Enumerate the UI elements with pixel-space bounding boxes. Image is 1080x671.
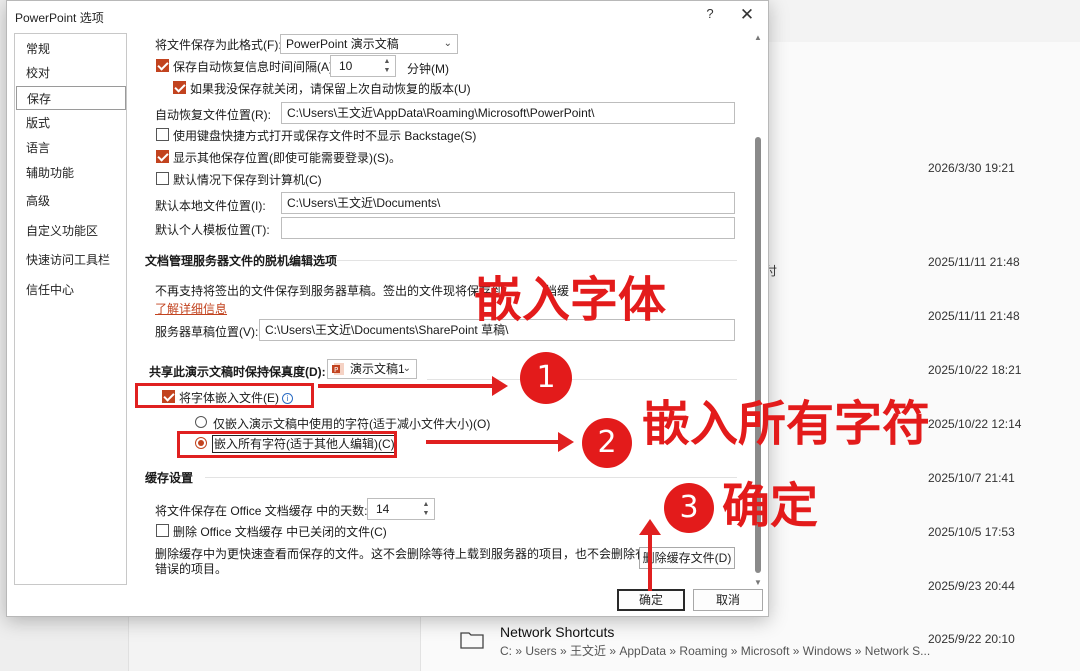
arrow-right-icon — [426, 432, 574, 452]
embed-used-chars-radio[interactable] — [195, 416, 207, 428]
fidelity-heading: 共享此演示文稿时保持保真度(D): — [149, 365, 326, 379]
cancel-button[interactable]: 取消 — [693, 589, 763, 611]
delete-closed-files-label: 删除 Office 文档缓存 中已关闭的文件(C) — [173, 525, 387, 539]
no-backstage-checkbox[interactable] — [156, 128, 169, 141]
file-date: 2025/11/11 21:48 — [928, 255, 1020, 269]
nav-item-accessibility[interactable]: 辅助功能 — [15, 161, 126, 185]
cache-days-label: 将文件保存在 Office 文档缓存 中的天数: — [155, 504, 368, 518]
annotation-embed-all: 嵌入所有字符 — [642, 396, 931, 452]
presentation-select[interactable]: P 演示文稿1 ⌄ — [327, 359, 417, 379]
delete-cache-description-2: 错误的项目。 — [155, 562, 228, 576]
template-location-input[interactable] — [281, 217, 735, 239]
autorecover-minutes-value: 10 — [339, 59, 353, 73]
scroll-down-icon[interactable]: ▼ — [754, 578, 762, 587]
cache-days-value: 14 — [376, 502, 390, 516]
section-divider — [205, 477, 737, 478]
server-drafts-label: 服务器草稿位置(V): — [155, 325, 259, 339]
options-nav: 常规 校对 保存 版式 语言 辅助功能 高级 自定义功能区 快速访问工具栏 信任… — [14, 33, 127, 585]
chevron-down-icon: ⌄ — [402, 363, 411, 374]
folder-icon — [460, 632, 484, 649]
autorecover-label: 保存自动恢复信息时间间隔(A) — [173, 60, 333, 74]
spin-arrows-icon[interactable]: ▲ ▼ — [382, 57, 392, 75]
local-location-input[interactable]: C:\Users\王文近\Documents\ — [281, 192, 735, 214]
save-to-computer-checkbox[interactable] — [156, 172, 169, 185]
section-divider — [337, 260, 737, 261]
chevron-down-icon: ⌄ — [443, 38, 452, 49]
step-1-badge: 1 — [520, 352, 572, 404]
delete-closed-files-checkbox[interactable] — [156, 524, 169, 537]
section-divider — [427, 379, 737, 380]
file-date: 2025/10/22 12:14 — [928, 417, 1022, 431]
nav-item-customize-ribbon[interactable]: 自定义功能区 — [15, 219, 126, 243]
cache-days-stepper[interactable]: 14 ▲ ▼ — [367, 498, 435, 520]
highlight-embed-fonts — [135, 383, 314, 408]
scroll-up-icon[interactable]: ▲ — [754, 33, 762, 42]
dialog-title: PowerPoint 选项 — [15, 11, 104, 25]
annotation-ok: 确定 — [722, 478, 819, 534]
svg-text:P: P — [334, 366, 338, 374]
offline-description: 不再支持将签出的文件保存到服务器草稿。签出的文件现将保存到 — [155, 284, 504, 298]
save-to-computer-label: 默认情况下保存到计算机(C) — [173, 173, 322, 187]
nav-item-proofing[interactable]: 校对 — [15, 61, 126, 85]
nav-item-language[interactable]: 语言 — [15, 136, 126, 160]
cache-heading: 缓存设置 — [145, 471, 194, 485]
keep-last-version-label: 如果我没保存就关闭，请保留上次自动恢复的版本(U) — [190, 82, 471, 96]
save-format-select[interactable]: PowerPoint 演示文稿 ⌄ — [280, 34, 458, 54]
local-location-label: 默认本地文件位置(I): — [155, 199, 266, 213]
template-location-label: 默认个人模板位置(T): — [155, 223, 270, 237]
learn-more-link[interactable]: 了解详细信息 — [155, 300, 227, 317]
autorecover-location-input[interactable]: C:\Users\王文近\AppData\Roaming\Microsoft\P… — [281, 102, 735, 124]
file-date: 2026/3/30 19:21 — [928, 161, 1015, 175]
delete-cache-description: 删除缓存中为更快速查看而保存的文件。这不会删除等待上载到服务器的项目，也不会删除… — [155, 547, 672, 561]
save-format-value: PowerPoint 演示文稿 — [286, 37, 399, 51]
file-date: 2025/10/22 18:21 — [928, 363, 1022, 377]
highlight-embed-all — [177, 431, 397, 458]
annotation-embed-fonts: 嵌入字体 — [474, 272, 667, 328]
nav-item-general[interactable]: 常规 — [15, 37, 126, 61]
nav-item-advanced[interactable]: 高级 — [15, 189, 126, 213]
arrow-up-icon — [639, 519, 661, 591]
no-backstage-label: 使用键盘快捷方式打开或保存文件时不显示 Backstage(S) — [173, 129, 477, 143]
arrow-right-icon — [318, 376, 508, 396]
file-path: C: » Users » 王文近 » AppData » Roaming » M… — [500, 644, 931, 658]
file-date: 2025/9/22 20:10 — [928, 632, 1015, 646]
spin-arrows-icon[interactable]: ▲ ▼ — [421, 500, 431, 518]
nav-item-quick-access-toolbar[interactable]: 快速访问工具栏 — [15, 248, 126, 272]
presentation-value: 演示文稿1 — [350, 362, 405, 376]
file-date: 2025/9/23 20:44 — [928, 579, 1015, 593]
minutes-label: 分钟(M) — [407, 62, 449, 76]
file-date: 2025/11/11 21:48 — [928, 309, 1020, 323]
file-date: 2025/10/7 21:41 — [928, 471, 1015, 485]
autorecover-location-label: 自动恢复文件位置(R): — [155, 108, 271, 122]
save-format-label: 将文件保存为此格式(F): — [155, 38, 282, 52]
file-date: 2025/10/5 17:53 — [928, 525, 1015, 539]
delete-cache-button[interactable]: 删除缓存文件(D) — [639, 547, 735, 569]
help-button[interactable]: ? — [700, 6, 720, 26]
keep-last-version-checkbox[interactable] — [173, 81, 186, 94]
file-name: Network Shortcuts — [500, 624, 615, 640]
step-3-badge: 3 — [664, 483, 714, 533]
embed-used-chars-label: 仅嵌入演示文稿中使用的字符(适于减小文件大小)(O) — [213, 417, 491, 431]
file-row-network-shortcuts[interactable]: Network Shortcuts C: » Users » 王文近 » App… — [458, 622, 1078, 662]
close-button[interactable]: ✕ — [737, 5, 757, 25]
autorecover-minutes-stepper[interactable]: 10 ▲ ▼ — [330, 55, 396, 77]
nav-item-save[interactable]: 保存 — [16, 86, 126, 110]
nav-item-layout[interactable]: 版式 — [15, 111, 126, 135]
nav-item-trust-center[interactable]: 信任中心 — [15, 278, 126, 302]
ok-button[interactable]: 确定 — [617, 589, 685, 611]
show-additional-places-checkbox[interactable] — [156, 150, 169, 163]
powerpoint-file-icon: P — [332, 363, 344, 375]
show-additional-places-label: 显示其他保存位置(即使可能需要登录)(S)。 — [173, 151, 401, 165]
offline-heading: 文档管理服务器文件的脱机编辑选项 — [145, 254, 338, 268]
autorecover-checkbox[interactable] — [156, 59, 169, 72]
step-2-badge: 2 — [582, 418, 632, 468]
